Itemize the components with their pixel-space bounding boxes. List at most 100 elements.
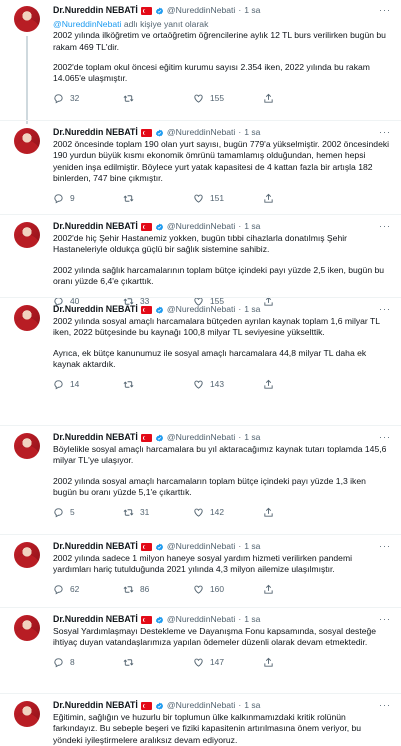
author-name[interactable]: Dr.Nureddin NEBATİ <box>53 700 138 712</box>
tweet-text: 2002 yılında sadece 1 milyon haneye sosy… <box>53 553 353 575</box>
flag-turkey-icon <box>140 306 152 314</box>
tweet-time[interactable]: 1 sa <box>244 5 260 16</box>
tweet[interactable]: Dr.Nureddin NEBATİ @NureddinNebati · 1 s… <box>0 432 401 518</box>
more-icon[interactable]: ··· <box>379 541 391 553</box>
retweet-button[interactable] <box>123 93 193 104</box>
author-handle[interactable]: @NureddinNebati <box>167 127 235 138</box>
tweet-actions: 62 86 160 <box>53 584 391 596</box>
tweet-time[interactable]: 1 sa <box>244 221 260 232</box>
tweet-time[interactable]: 1 sa <box>244 304 260 315</box>
verified-badge-icon <box>155 223 163 231</box>
share-button[interactable] <box>263 584 274 595</box>
avatar[interactable] <box>14 615 40 641</box>
share-button[interactable] <box>263 93 274 104</box>
tweet-header: Dr.Nureddin NEBATİ @NureddinNebati · 1 s… <box>53 5 391 17</box>
reply-icon <box>54 94 63 104</box>
more-icon[interactable]: ··· <box>379 614 391 626</box>
author-handle[interactable]: @NureddinNebati <box>167 5 235 16</box>
like-button[interactable]: 160 <box>193 584 263 595</box>
share-icon <box>264 193 273 203</box>
like-icon <box>194 194 203 203</box>
avatar[interactable] <box>14 128 40 154</box>
share-button[interactable] <box>263 193 274 204</box>
tweet[interactable]: Dr.Nureddin NEBATİ @NureddinNebati · 1 s… <box>0 614 401 669</box>
more-icon[interactable]: ··· <box>379 221 391 233</box>
like-button[interactable]: 155 <box>193 93 263 104</box>
reply-button[interactable]: 62 <box>53 584 123 595</box>
share-button[interactable] <box>263 507 274 518</box>
tweet-text: 2002'de hiç Şehir Hastanemiz yokken, bug… <box>53 233 385 287</box>
retweet-button[interactable]: 86 <box>123 584 193 595</box>
flag-turkey-icon <box>140 543 152 551</box>
tweet-header: Dr.Nureddin NEBATİ @NureddinNebati · 1 s… <box>53 614 391 626</box>
tweet-actions: 32 155 <box>53 93 391 105</box>
avatar[interactable] <box>14 701 40 727</box>
retweet-button[interactable] <box>123 379 193 390</box>
reply-button[interactable]: 8 <box>53 657 123 668</box>
author-handle[interactable]: @NureddinNebati <box>167 432 235 443</box>
tweet[interactable]: Dr.Nureddin NEBATİ @NureddinNebati · 1 s… <box>0 221 401 307</box>
flag-turkey-icon <box>140 702 152 710</box>
author-name[interactable]: Dr.Nureddin NEBATİ <box>53 432 138 444</box>
verified-badge-icon <box>155 702 163 710</box>
reply-mention[interactable]: @NureddinNebati <box>53 19 121 29</box>
author-handle[interactable]: @NureddinNebati <box>167 221 235 232</box>
flag-turkey-icon <box>140 223 152 231</box>
retweet-icon <box>123 509 134 516</box>
author-name[interactable]: Dr.Nureddin NEBATİ <box>53 304 138 316</box>
like-button[interactable]: 147 <box>193 657 263 668</box>
like-icon <box>194 508 203 517</box>
share-icon <box>264 93 273 103</box>
tweet-text: 2002 yılında ilköğretim ve ortaöğretim ö… <box>53 30 386 84</box>
author-name[interactable]: Dr.Nureddin NEBATİ <box>53 5 138 17</box>
retweet-button[interactable] <box>123 657 193 668</box>
tweet-actions: 9 151 <box>53 192 391 204</box>
like-button[interactable]: 151 <box>193 193 263 204</box>
more-icon[interactable]: ··· <box>379 5 391 17</box>
share-icon <box>264 507 273 517</box>
share-button[interactable] <box>263 657 274 668</box>
avatar[interactable] <box>14 6 40 32</box>
tweet-time[interactable]: 1 sa <box>244 700 260 711</box>
tweet[interactable]: Dr.Nureddin NEBATİ @NureddinNebati · 1 s… <box>0 5 401 124</box>
reply-button[interactable]: 32 <box>53 93 123 104</box>
reply-icon <box>54 380 63 390</box>
avatar[interactable] <box>14 433 40 459</box>
tweet[interactable]: Dr.Nureddin NEBATİ @NureddinNebati · 1 s… <box>0 700 401 746</box>
more-icon[interactable]: ··· <box>379 304 391 316</box>
share-button[interactable] <box>263 379 274 390</box>
author-handle[interactable]: @NureddinNebati <box>167 304 235 315</box>
tweet[interactable]: Dr.Nureddin NEBATİ @NureddinNebati · 1 s… <box>0 541 401 596</box>
tweet-header: Dr.Nureddin NEBATİ @NureddinNebati · 1 s… <box>53 127 391 139</box>
like-icon <box>194 94 203 103</box>
retweet-button[interactable]: 31 <box>123 507 193 518</box>
retweet-icon <box>123 95 134 102</box>
author-handle[interactable]: @NureddinNebati <box>167 700 235 711</box>
author-handle[interactable]: @NureddinNebati <box>167 541 235 552</box>
tweet-header: Dr.Nureddin NEBATİ @NureddinNebati · 1 s… <box>53 432 391 444</box>
reply-button[interactable]: 5 <box>53 507 123 518</box>
more-icon[interactable]: ··· <box>379 432 391 444</box>
avatar[interactable] <box>14 305 40 331</box>
more-icon[interactable]: ··· <box>379 127 391 139</box>
tweet-time[interactable]: 1 sa <box>244 541 260 552</box>
author-name[interactable]: Dr.Nureddin NEBATİ <box>53 221 138 233</box>
tweet-time[interactable]: 1 sa <box>244 432 260 443</box>
like-button[interactable]: 143 <box>193 379 263 390</box>
more-icon[interactable]: ··· <box>379 700 391 712</box>
tweet[interactable]: Dr.Nureddin NEBATİ @NureddinNebati · 1 s… <box>0 304 401 390</box>
author-handle[interactable]: @NureddinNebati <box>167 614 235 625</box>
reply-button[interactable]: 14 <box>53 379 123 390</box>
tweet[interactable]: Dr.Nureddin NEBATİ @NureddinNebati · 1 s… <box>0 127 401 204</box>
author-name[interactable]: Dr.Nureddin NEBATİ <box>53 127 138 139</box>
tweet-time[interactable]: 1 sa <box>244 127 260 138</box>
tweet-time[interactable]: 1 sa <box>244 614 260 625</box>
author-name[interactable]: Dr.Nureddin NEBATİ <box>53 614 138 626</box>
reply-button[interactable]: 9 <box>53 193 123 204</box>
like-button[interactable]: 142 <box>193 507 263 518</box>
avatar[interactable] <box>14 222 40 248</box>
author-name[interactable]: Dr.Nureddin NEBATİ <box>53 541 138 553</box>
retweet-icon <box>123 659 134 666</box>
retweet-button[interactable] <box>123 193 193 204</box>
avatar[interactable] <box>14 542 40 568</box>
